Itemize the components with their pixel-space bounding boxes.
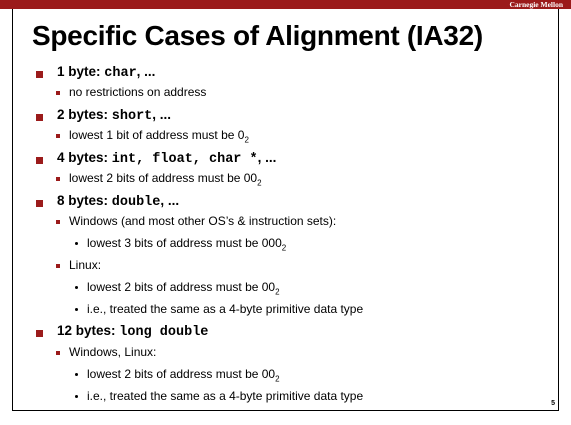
item-text: i.e., treated the same as a 4-byte primi…	[87, 302, 364, 316]
top-bar: Carnegie Mellon	[0, 0, 571, 9]
list-item: i.e., treated the same as a 4-byte primi…	[87, 389, 363, 403]
list-item: lowest 3 bits of address must be 0002	[87, 236, 286, 252]
item-code: short	[111, 109, 153, 124]
sub-bullet-icon	[56, 351, 60, 355]
sub-sub-bullet-icon	[75, 373, 78, 376]
list-item: Windows (and most other OS’s & instructi…	[69, 214, 336, 228]
item-text: 4 bytes:	[57, 150, 112, 165]
item-suffix: , ...	[160, 193, 180, 208]
item-text: lowest 1 bit of address must be 0	[69, 128, 245, 142]
list-item: lowest 1 bit of address must be 02	[69, 128, 249, 144]
list-item: lowest 2 bits of address must be 002	[87, 280, 280, 296]
list-item: lowest 2 bits of address must be 002	[87, 367, 280, 383]
item-subscript: 2	[244, 135, 249, 145]
bullet-icon	[36, 157, 43, 164]
list-item: 1 byte: char, ...	[57, 64, 155, 81]
sub-bullet-icon	[56, 134, 60, 138]
brand-label: Carnegie Mellon	[509, 0, 563, 9]
list-item: i.e., treated the same as a 4-byte primi…	[87, 302, 363, 316]
item-text: 2 bytes:	[57, 107, 112, 122]
item-text: lowest 2 bits of address must be 00	[87, 367, 276, 381]
item-text: 1 byte:	[57, 64, 105, 79]
list-item: 2 bytes: short, ...	[57, 107, 171, 124]
sub-sub-bullet-icon	[75, 242, 78, 245]
list-item: 8 bytes: double, ...	[57, 193, 179, 210]
list-item: Linux:	[69, 258, 101, 272]
item-suffix: , ...	[257, 150, 277, 165]
sub-bullet-icon	[56, 91, 60, 95]
item-code: int, float, char *	[111, 152, 258, 167]
sub-bullet-icon	[56, 177, 60, 181]
item-text: 12 bytes:	[57, 323, 120, 338]
sub-bullet-icon	[56, 264, 60, 268]
item-text: Linux:	[69, 258, 102, 272]
item-text: lowest 3 bits of address must be 000	[87, 236, 282, 250]
slide-title: Specific Cases of Alignment (IA32)	[32, 20, 483, 51]
list-item: Windows, Linux:	[69, 345, 156, 359]
item-subscript: 2	[257, 178, 262, 188]
item-text: 8 bytes:	[57, 193, 112, 208]
item-text: Windows, Linux:	[69, 345, 157, 359]
page-number: 5	[551, 400, 555, 407]
item-subscript: 2	[281, 243, 287, 253]
item-text: lowest 2 bits of address must be 00	[87, 280, 276, 294]
sub-sub-bullet-icon	[75, 395, 78, 398]
item-code: char	[104, 66, 137, 81]
list-item: lowest 2 bits of address must be 002	[69, 171, 262, 187]
bullet-icon	[36, 200, 43, 207]
item-subscript: 2	[275, 287, 280, 297]
item-text: no restrictions on address	[69, 85, 207, 99]
sub-bullet-icon	[56, 220, 60, 224]
item-text: i.e., treated the same as a 4-byte primi…	[87, 389, 364, 403]
slide: Carnegie Mellon Specific Cases of Alignm…	[0, 0, 571, 425]
item-subscript: 2	[275, 374, 280, 384]
list-item: 4 bytes: int, float, char *, ...	[57, 150, 276, 167]
item-code: double	[111, 195, 161, 210]
item-suffix: , ...	[152, 107, 172, 122]
item-text: lowest 2 bits of address must be 00	[69, 171, 258, 185]
item-suffix: , ...	[136, 64, 156, 79]
sub-sub-bullet-icon	[75, 286, 78, 289]
bullet-icon	[36, 330, 43, 337]
bullet-icon	[36, 114, 43, 121]
bullet-icon	[36, 71, 43, 78]
item-text: Windows (and most other OS’s & instructi…	[69, 214, 337, 228]
list-item: 12 bytes: long double	[57, 323, 208, 340]
list-item: no restrictions on address	[69, 85, 206, 99]
item-code: long double	[119, 325, 209, 340]
sub-sub-bullet-icon	[75, 308, 78, 311]
